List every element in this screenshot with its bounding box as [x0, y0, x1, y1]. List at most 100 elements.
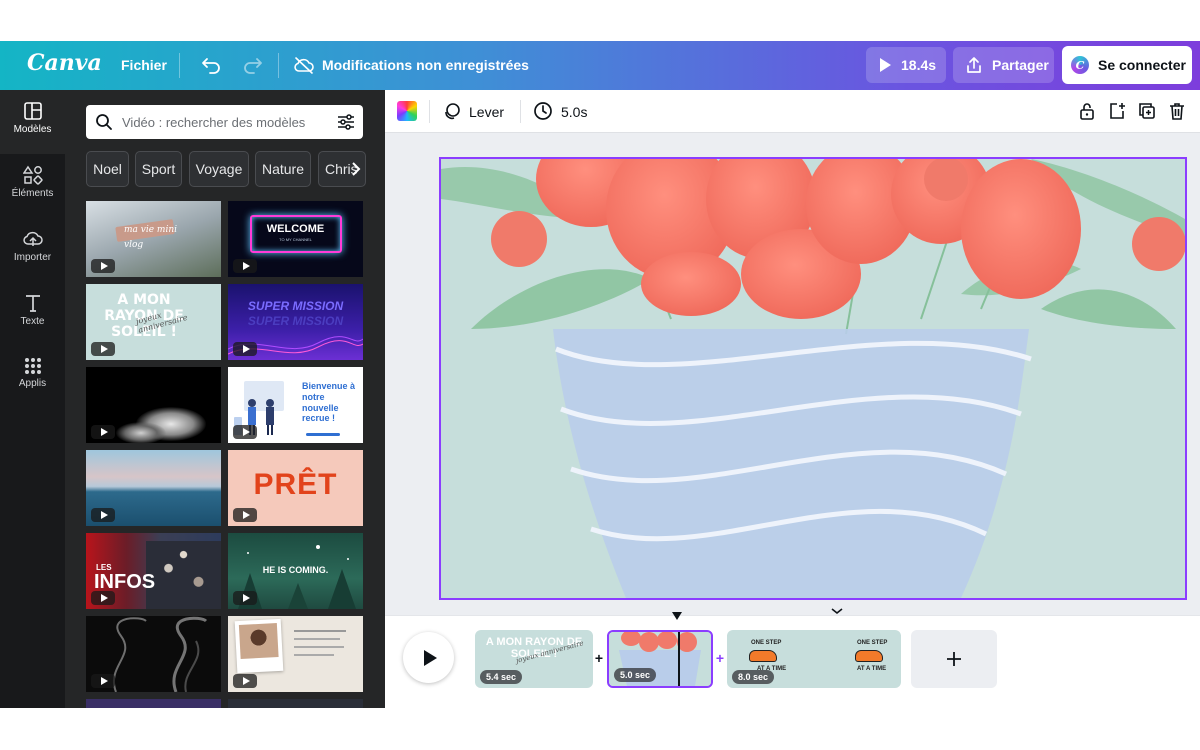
timeline-clip-3[interactable]: ONE STEP AT A TIME ONE STEP AT A TIME 8.… — [727, 630, 901, 688]
design-canvas[interactable] — [439, 157, 1187, 600]
side-rail: Modèles Éléments Importer Texte Applis — [0, 90, 65, 708]
canva-editor: Canva Fichier Modifications non enregist… — [0, 0, 1200, 750]
thumb-text: PRÊT — [253, 468, 338, 501]
apps-icon — [24, 358, 41, 374]
template-thumb-polaroid[interactable] — [228, 616, 363, 692]
video-play-badge — [91, 674, 115, 688]
template-thumb-coming[interactable]: HE IS COMING. — [228, 533, 363, 609]
template-thumb-smoke[interactable] — [86, 367, 221, 443]
template-thumb-ready[interactable]: PRÊT — [228, 450, 363, 526]
chip-noel[interactable]: Noel — [86, 151, 129, 187]
search-placeholder: Vidéo : rechercher des modèles — [122, 115, 306, 130]
templates-panel: Vidéo : rechercher des modèles Noel Spor… — [65, 90, 385, 708]
cloud-off-icon — [293, 54, 315, 76]
add-page-button[interactable] — [911, 630, 997, 688]
template-thumb-mission[interactable]: SUPER MISSION SUPER MISSION — [228, 284, 363, 360]
chevron-down-icon[interactable] — [829, 606, 845, 616]
playhead-marker-icon[interactable] — [672, 612, 682, 620]
sneaker-icon — [749, 650, 777, 662]
crowd-photo — [146, 541, 221, 609]
template-thumb-smoke-dark[interactable] — [86, 616, 221, 692]
add-transition-button[interactable]: + — [713, 650, 727, 666]
template-search[interactable]: Vidéo : rechercher des modèles — [86, 105, 363, 139]
template-thumb-vlog[interactable]: ma vie mini vlog — [86, 201, 221, 277]
note-line — [294, 654, 334, 656]
thumb-text: SUPER MISSION — [247, 299, 344, 313]
video-play-badge — [233, 259, 257, 273]
note-line — [294, 630, 346, 632]
upload-icon — [22, 231, 43, 246]
video-play-badge — [233, 591, 257, 605]
playhead-line — [678, 632, 680, 686]
share-label: Partager — [992, 57, 1049, 73]
clip-text: ONE STEP — [857, 640, 888, 646]
rail-label: Éléments — [11, 188, 54, 199]
rail-label: Modèles — [13, 124, 52, 135]
note-line — [294, 646, 344, 648]
filter-icon[interactable] — [336, 112, 356, 132]
note-line — [294, 638, 340, 640]
divider — [429, 100, 430, 123]
template-thumb-partial[interactable] — [86, 699, 221, 708]
clock-icon[interactable] — [533, 101, 553, 121]
video-play-badge — [91, 342, 115, 356]
timeline-clip-2[interactable]: 5.0 sec — [607, 630, 713, 688]
clip-duration: 5.4 sec — [480, 670, 523, 684]
save-status: Modifications non enregistrées — [322, 57, 529, 73]
rail-item-upload[interactable]: Importer — [0, 218, 65, 282]
rail-item-text[interactable]: Texte — [0, 282, 65, 346]
play-preview-button[interactable]: 18.4s — [866, 47, 946, 83]
template-thumb-news[interactable]: LES INFOS — [86, 533, 221, 609]
share-button[interactable]: Partager — [953, 47, 1054, 83]
add-page-icon[interactable] — [1107, 101, 1127, 121]
canva-logo[interactable]: Canva — [27, 50, 102, 76]
video-play-badge — [233, 425, 257, 439]
rail-item-apps[interactable]: Applis — [0, 346, 65, 410]
timeline: A MON RAYON DE SOLEIL ! joyeux anniversa… — [385, 608, 1200, 708]
timeline-play-button[interactable] — [403, 632, 454, 683]
video-play-badge — [91, 508, 115, 522]
chip-sport[interactable]: Sport — [135, 151, 182, 187]
template-thumb-partial[interactable] — [228, 699, 363, 708]
context-toolbar: Lever 5.0s — [385, 90, 1200, 133]
color-picker-icon[interactable] — [397, 101, 417, 121]
template-thumb-welcome-recruit[interactable]: Bienvenue à notre nouvelle recrue ! — [228, 367, 363, 443]
divider — [179, 53, 180, 78]
chevron-right-icon[interactable] — [351, 161, 361, 177]
rail-item-elements[interactable]: Éléments — [0, 154, 65, 218]
file-menu[interactable]: Fichier — [121, 57, 167, 73]
template-thumb-welcome[interactable]: WELCOME TO MY CHANNEL — [228, 201, 363, 277]
rail-item-templates[interactable]: Modèles — [0, 90, 65, 154]
clip-text: ONE STEP — [751, 640, 782, 646]
play-duration: 18.4s — [901, 57, 937, 73]
play-icon — [880, 58, 891, 72]
duration-label[interactable]: 5.0s — [561, 104, 587, 120]
video-play-badge — [233, 674, 257, 688]
timeline-clip-1[interactable]: A MON RAYON DE SOLEIL ! joyeux anniversa… — [475, 630, 593, 688]
duplicate-icon[interactable] — [1137, 101, 1157, 121]
thumb-text: ma vie mini vlog — [124, 225, 177, 251]
thumb-button-shape — [306, 433, 340, 436]
trash-icon[interactable] — [1167, 101, 1187, 121]
clip-text: AT A TIME — [857, 666, 887, 672]
undo-icon[interactable] — [200, 54, 222, 76]
flower-vase-illustration — [441, 159, 1185, 598]
template-thumb-ocean[interactable] — [86, 450, 221, 526]
video-play-badge — [91, 591, 115, 605]
template-thumb-birthday[interactable]: A MON RAYON DE SOLEIL ! joyeux anniversa… — [86, 284, 221, 360]
rail-label: Texte — [20, 316, 45, 327]
raise-label[interactable]: Lever — [469, 104, 504, 120]
chip-voyage[interactable]: Voyage — [189, 151, 249, 187]
redo-icon[interactable] — [242, 54, 264, 76]
thumb-text: HE IS COMING. — [262, 565, 329, 575]
cloud-shape — [116, 422, 166, 443]
unlock-icon[interactable] — [1077, 101, 1097, 121]
thumb-text: Bienvenue à notre nouvelle recrue ! — [302, 381, 356, 424]
layers-icon[interactable] — [442, 101, 462, 121]
add-transition-button[interactable]: + — [592, 650, 606, 666]
clip-duration: 5.0 sec — [614, 668, 657, 682]
sign-in-button[interactable]: C Se connecter — [1062, 46, 1192, 84]
chip-nature[interactable]: Nature — [255, 151, 311, 187]
share-icon — [967, 57, 981, 73]
video-play-badge — [91, 259, 115, 273]
